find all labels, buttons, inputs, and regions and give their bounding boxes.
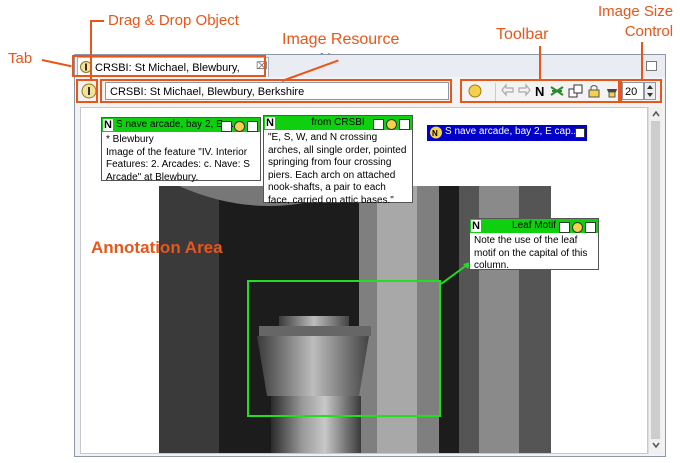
maximize-icon[interactable] bbox=[646, 61, 657, 71]
drag-drop-pointer-h bbox=[90, 20, 104, 22]
image-size-pointer bbox=[641, 42, 643, 79]
note-pin-icon[interactable] bbox=[386, 119, 397, 130]
toolbar-pointer bbox=[539, 46, 541, 79]
collapsed-note-title: S nave arcade, bay 2, E cap... bbox=[445, 126, 579, 137]
note-title: S nave arcade, bay 2, E ... bbox=[116, 119, 234, 130]
note-controls bbox=[557, 220, 596, 233]
tab-highlight bbox=[72, 55, 266, 77]
scroll-down-icon[interactable] bbox=[651, 440, 661, 450]
note-minimize-icon[interactable] bbox=[575, 128, 585, 138]
annotation-editor-window: CRSBI: St Michael, Blewbury, Berkshire ⌧… bbox=[74, 54, 666, 457]
note-pin-icon[interactable] bbox=[572, 222, 583, 233]
scroll-up-icon[interactable] bbox=[651, 109, 661, 119]
note-body: * Blewbury Image of the feature "IV. Int… bbox=[106, 134, 250, 183]
toolbar-highlight bbox=[460, 79, 620, 103]
scrollbar-thumb[interactable] bbox=[651, 121, 660, 439]
note-edit-icon[interactable] bbox=[373, 119, 384, 130]
image-size-callout-line2: Control bbox=[624, 23, 674, 40]
leaf-motif-region[interactable] bbox=[247, 280, 441, 417]
collapsed-note-icon: N bbox=[430, 126, 442, 139]
note-minimize-icon[interactable] bbox=[399, 119, 410, 130]
note-controls bbox=[371, 117, 410, 130]
annotation-area[interactable]: N S nave arcade, bay 2, E ... * Blewbury… bbox=[80, 107, 648, 454]
tab-pointer bbox=[41, 59, 72, 68]
drag-drop-highlight bbox=[76, 79, 98, 103]
note-body: Note the use of the leaf motif on the ca… bbox=[474, 235, 588, 271]
tab-callout: Tab bbox=[8, 50, 33, 67]
note-controls bbox=[219, 119, 258, 132]
note-edit-icon[interactable] bbox=[221, 121, 232, 132]
note-pin-icon[interactable] bbox=[234, 121, 245, 132]
note-n-icon: N bbox=[103, 119, 113, 131]
note-leaf-motif[interactable]: N Leaf Motif Note the use of the leaf mo… bbox=[469, 218, 599, 271]
resource-name-highlight bbox=[100, 79, 452, 103]
drag-drop-callout: Drag & Drop Object bbox=[108, 12, 239, 29]
image-size-highlight bbox=[620, 79, 662, 103]
note-blewbury[interactable]: N S nave arcade, bay 2, E ... * Blewbury… bbox=[101, 117, 261, 183]
note-from-crsbi[interactable]: N from CRSBI "E, S, W, and N crossing ar… bbox=[263, 115, 413, 206]
drag-drop-pointer-v bbox=[90, 20, 92, 79]
vertical-scrollbar[interactable] bbox=[648, 107, 662, 454]
image-resource-callout-line1: Image Resource bbox=[282, 31, 400, 48]
svg-text:N: N bbox=[432, 129, 438, 138]
toolbar-callout: Toolbar bbox=[496, 26, 549, 43]
image-size-callout: Image Size Control bbox=[598, 2, 673, 42]
note-header[interactable]: N Leaf Motif bbox=[470, 219, 598, 233]
note-body: "E, S, W, and N crossing arches, all sin… bbox=[268, 132, 407, 206]
annotation-area-callout: Annotation Area bbox=[91, 238, 223, 257]
note-header[interactable]: N S nave arcade, bay 2, E ... bbox=[102, 118, 260, 132]
note-minimize-icon[interactable] bbox=[585, 222, 596, 233]
note-minimize-icon[interactable] bbox=[247, 121, 258, 132]
note-header[interactable]: N from CRSBI bbox=[264, 116, 412, 130]
note-edit-icon[interactable] bbox=[559, 222, 570, 233]
image-size-callout-line1: Image Size bbox=[598, 3, 674, 20]
collapsed-note[interactable]: N S nave arcade, bay 2, E cap... bbox=[427, 125, 587, 141]
